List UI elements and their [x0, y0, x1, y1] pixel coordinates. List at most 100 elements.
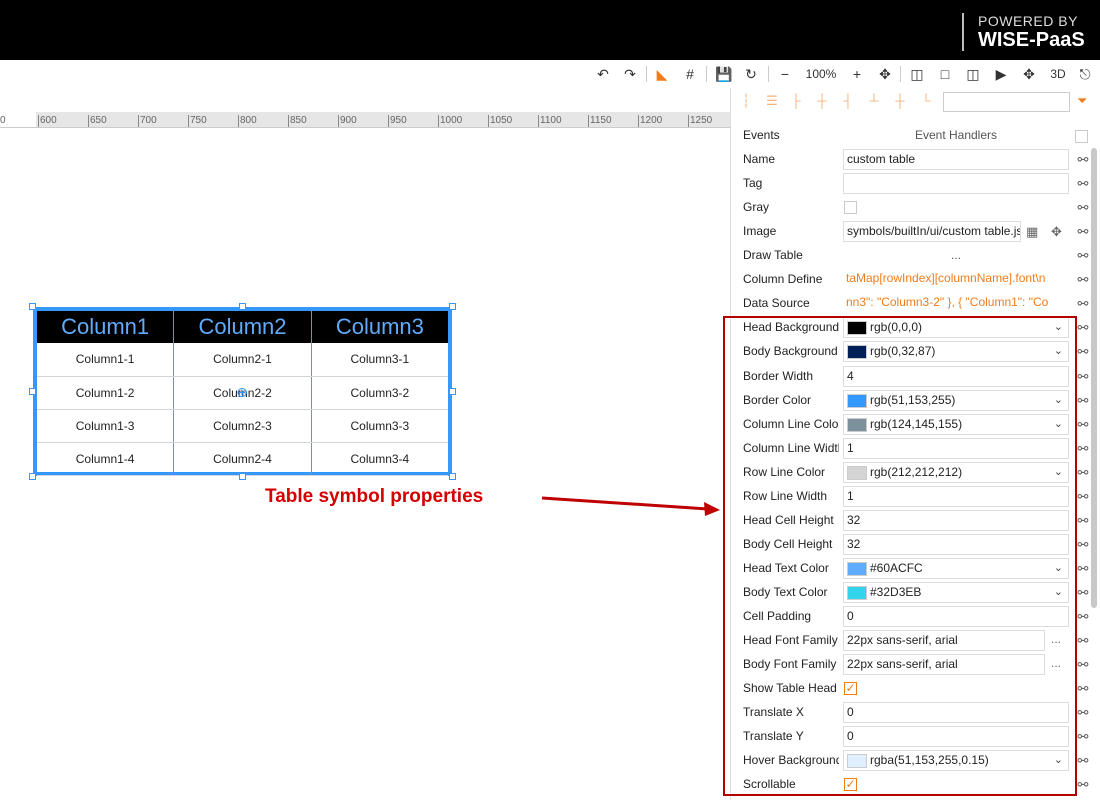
refresh-icon[interactable]: ↻ — [742, 64, 760, 84]
link-icon[interactable]: ⚯ — [1075, 248, 1091, 264]
prop-label: Name — [743, 152, 776, 166]
link-icon[interactable]: ⚯ — [1075, 777, 1091, 793]
prop-label: Events — [743, 128, 780, 142]
link-icon[interactable]: ⚯ — [1075, 585, 1091, 601]
link-icon[interactable]: ⚯ — [1075, 657, 1091, 673]
prop-label: Tag — [743, 176, 763, 190]
link-icon[interactable]: ⚯ — [1075, 320, 1091, 336]
ruler-tick: 1100 — [538, 115, 562, 127]
resize-handle-ne[interactable] — [449, 303, 456, 310]
link-icon[interactable]: ⚯ — [1075, 272, 1091, 288]
play-icon[interactable]: ▶ — [992, 64, 1010, 84]
resize-handle-e[interactable] — [449, 388, 456, 395]
align-hcenter-icon[interactable]: ┼ — [815, 94, 829, 108]
distribute-icon[interactable]: └ — [919, 94, 933, 108]
toolbar-divider — [900, 66, 901, 82]
link-icon[interactable]: ⚯ — [1075, 489, 1091, 505]
align-left-icon[interactable]: ┆ — [739, 94, 753, 108]
link-icon[interactable]: ⚯ — [1075, 441, 1091, 457]
link-icon[interactable]: ⚯ — [1075, 176, 1091, 192]
table-cell: Column2-4 — [173, 442, 312, 476]
table-row: Column1-3 Column2-3 Column3-3 — [37, 409, 448, 443]
link-icon[interactable]: ⚯ — [1075, 224, 1091, 240]
table-header-cell: Column2 — [173, 311, 312, 343]
table-icon[interactable]: ▦ — [1026, 224, 1038, 240]
toolbar-divider — [706, 66, 707, 82]
resize-handle-w[interactable] — [29, 388, 36, 395]
move-icon[interactable]: ✥ — [1020, 64, 1038, 84]
prop-label: Column Define — [743, 272, 823, 286]
table-cell: Column3-2 — [311, 376, 448, 410]
events-checkbox[interactable] — [1075, 130, 1088, 143]
link-icon[interactable]: ⚯ — [1075, 296, 1091, 312]
prop-draw-table: Draw Table ... ⚯ — [731, 244, 1100, 268]
link-icon[interactable]: ⚯ — [1075, 513, 1091, 529]
event-handlers-button[interactable]: Event Handlers — [843, 128, 1069, 142]
link-icon[interactable]: ⚯ — [1075, 344, 1091, 360]
external-link-icon[interactable]: ⎋ — [1076, 64, 1094, 84]
ruler-tick: 950 — [388, 115, 407, 127]
grid-icon[interactable]: # — [681, 64, 699, 84]
brand-logo: POWERED BY WISE-PaaS — [962, 13, 1086, 51]
table-head-row: Column1 Column2 Column3 — [37, 311, 448, 343]
link-icon[interactable]: ⚯ — [1075, 465, 1091, 481]
table-cell: Column1-4 — [37, 442, 175, 476]
link-icon[interactable]: ⚯ — [1075, 705, 1091, 721]
zoom-level[interactable]: 100% — [803, 64, 839, 84]
property-filter-input[interactable] — [943, 92, 1070, 112]
prop-column-define: Column Define taMap[rowIndex][columnName… — [731, 268, 1100, 292]
left-panel-icon[interactable]: ◫ — [908, 64, 926, 84]
link-icon[interactable]: ⚯ — [1075, 417, 1091, 433]
anchor-icon[interactable]: ⊕ — [235, 385, 249, 399]
filter-icon[interactable]: ⏷ — [1077, 93, 1087, 109]
link-icon[interactable]: ⚯ — [1075, 369, 1091, 385]
align-toolbar: ┆ ☰ ├ ┼ ┤ ┴ ┼ └ ⏷ — [731, 88, 1100, 116]
right-panel-icon[interactable]: ◫ — [964, 64, 982, 84]
link-icon[interactable]: ⚯ — [1075, 729, 1091, 745]
resize-handle-nw[interactable] — [29, 303, 36, 310]
fit-view-icon[interactable]: ✥ — [876, 64, 894, 84]
column-define-value[interactable]: taMap[rowIndex][columnName].font\n — [843, 269, 1069, 290]
align-top-icon[interactable]: ┤ — [841, 94, 855, 108]
link-icon[interactable]: ⚯ — [1075, 152, 1091, 168]
canvas-icon[interactable]: □ — [936, 64, 954, 84]
table-header-cell: Column1 — [37, 311, 175, 343]
align-right-icon[interactable]: ├ — [789, 94, 803, 108]
data-source-value[interactable]: nn3": "Column3-2" }, { "Column1": "Co — [843, 293, 1069, 314]
resize-handle-n[interactable] — [239, 303, 246, 310]
link-icon[interactable]: ⚯ — [1075, 681, 1091, 697]
view-3d-button[interactable]: 3D — [1047, 64, 1069, 84]
zoom-out-icon[interactable]: − — [776, 64, 794, 84]
draw-table-button[interactable]: ... — [843, 248, 1069, 262]
table-cell: Column3-1 — [311, 343, 448, 377]
move-icon[interactable]: ✥ — [1051, 224, 1062, 240]
tag-input[interactable] — [843, 173, 1069, 194]
link-icon[interactable]: ⚯ — [1075, 633, 1091, 649]
name-input[interactable]: custom table — [843, 149, 1069, 170]
resize-handle-s[interactable] — [239, 473, 246, 480]
link-icon[interactable]: ⚯ — [1075, 609, 1091, 625]
link-icon[interactable]: ⚯ — [1075, 753, 1091, 769]
zoom-in-icon[interactable]: + — [848, 64, 866, 84]
ruler-tick: 650 — [88, 115, 107, 127]
link-icon[interactable]: ⚯ — [1075, 561, 1091, 577]
save-icon[interactable]: 💾 — [715, 64, 733, 84]
gray-checkbox[interactable] — [844, 201, 857, 214]
align-bottom-icon[interactable]: ┼ — [893, 94, 907, 108]
link-icon[interactable]: ⚯ — [1075, 200, 1091, 216]
resize-handle-sw[interactable] — [29, 473, 36, 480]
table-cell: Column3-4 — [311, 442, 448, 476]
link-icon[interactable]: ⚯ — [1075, 393, 1091, 409]
redo-icon[interactable]: ↷ — [621, 64, 639, 84]
top-banner: POWERED BY WISE-PaaS — [0, 0, 1100, 60]
align-center-icon[interactable]: ☰ — [765, 94, 779, 108]
resize-handle-se[interactable] — [449, 473, 456, 480]
table-row: Column1-4 Column2-4 Column3-4 — [37, 442, 448, 476]
undo-icon[interactable]: ↶ — [594, 64, 612, 84]
align-middle-icon[interactable]: ┴ — [867, 94, 881, 108]
snap-icon[interactable]: ◣ — [653, 64, 671, 84]
image-input[interactable]: symbols/builtIn/ui/custom table.js — [843, 221, 1021, 242]
brand-powered-by: POWERED BY — [978, 13, 1078, 29]
link-icon[interactable]: ⚯ — [1075, 537, 1091, 553]
table-row: Column1-1 Column2-1 Column3-1 — [37, 343, 448, 377]
